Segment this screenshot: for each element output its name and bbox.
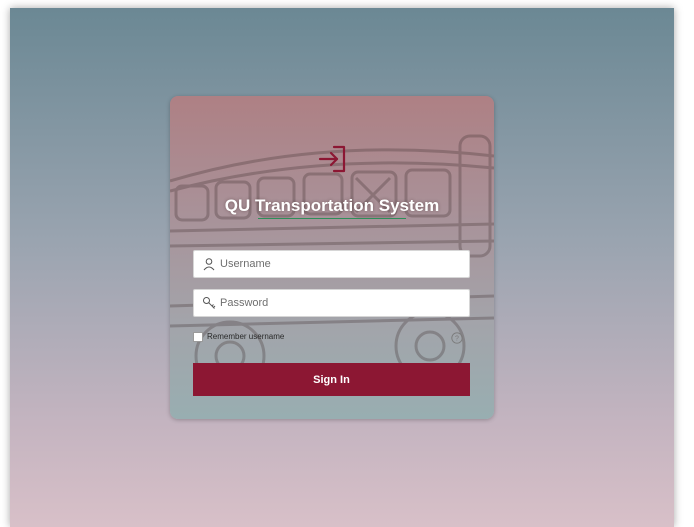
remember-username-label[interactable]: Remember username [207,332,284,341]
sign-in-arrow-icon [318,145,346,173]
username-field[interactable] [193,250,470,278]
page-background: QU Transportation System Remember userna… [10,8,674,527]
svg-text:?: ? [455,336,459,343]
title-underline [258,218,406,219]
help-circle-icon[interactable]: ? [451,332,463,344]
app-title: QU Transportation System [224,196,440,215]
key-icon [203,297,216,309]
login-card: QU Transportation System Remember userna… [170,96,494,419]
user-icon [203,258,215,271]
username-input[interactable] [220,251,460,277]
remember-username-checkbox[interactable] [193,332,203,342]
sign-in-button[interactable]: Sign In [193,363,470,396]
password-input[interactable] [220,290,460,316]
password-field[interactable] [193,289,470,317]
